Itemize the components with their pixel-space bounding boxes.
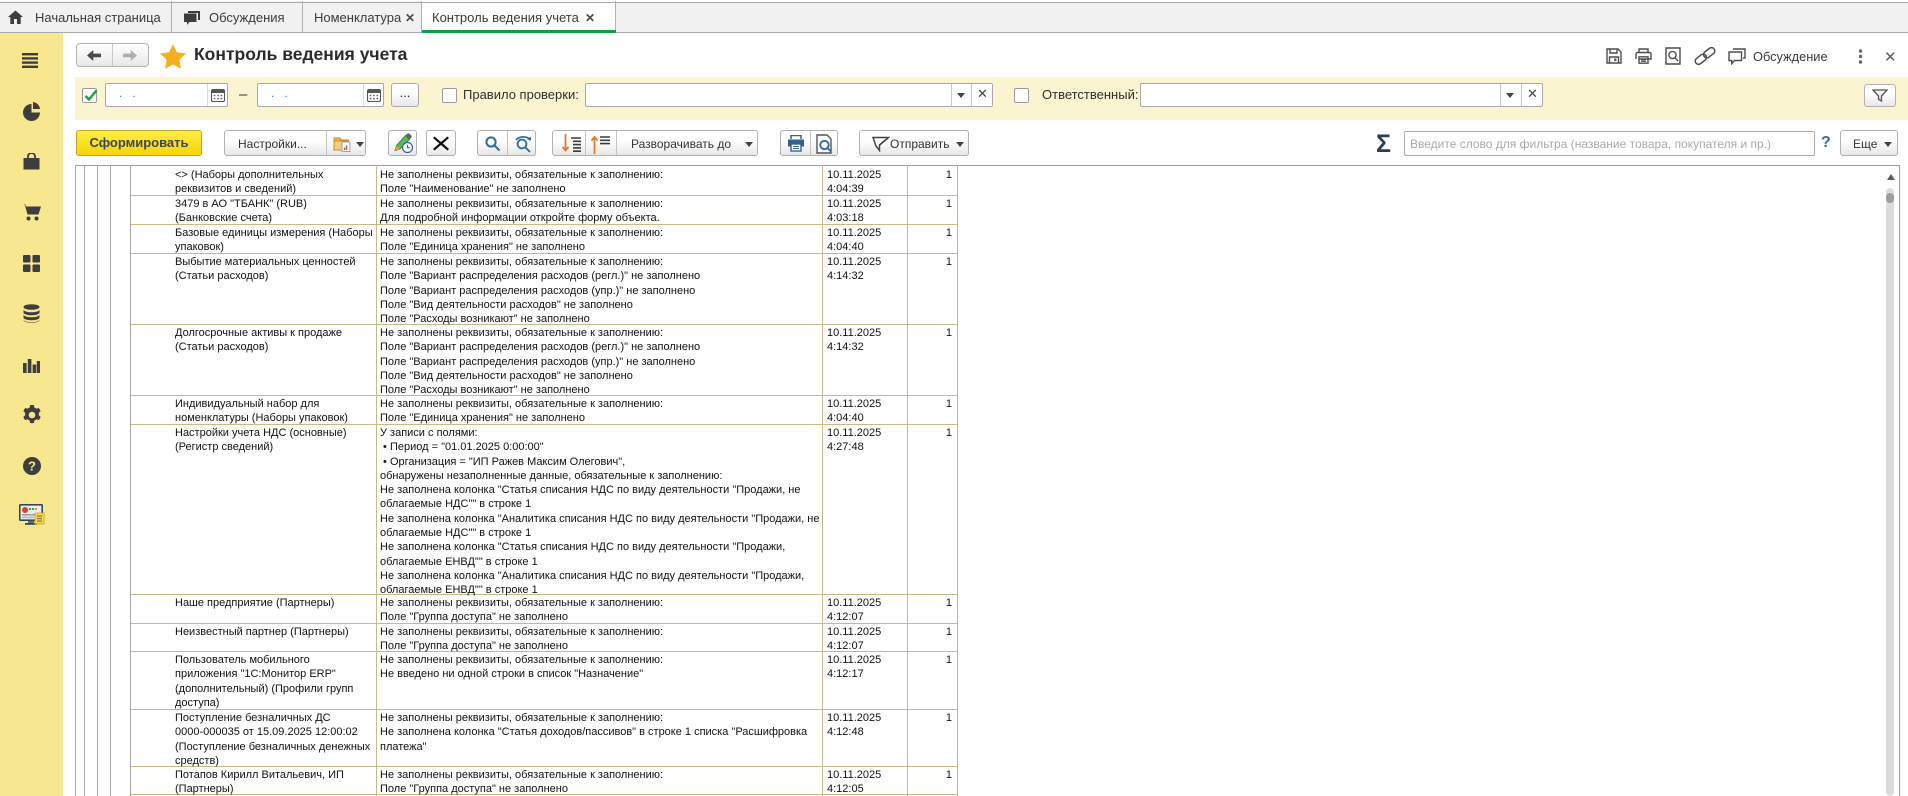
svg-text:?: ? bbox=[28, 459, 36, 474]
